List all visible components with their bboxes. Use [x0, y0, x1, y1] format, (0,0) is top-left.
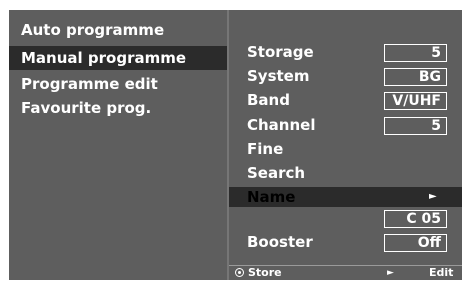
- store-hint[interactable]: Store: [248, 266, 282, 280]
- booster-label: Booster: [247, 233, 313, 251]
- band-label: Band: [247, 91, 290, 109]
- booster-value[interactable]: Off: [384, 234, 447, 252]
- tv-osd-menu: Auto programme Manual programme Programm…: [9, 10, 462, 280]
- name-arrow-icon: ►: [429, 191, 437, 202]
- storage-value[interactable]: 5: [384, 44, 447, 62]
- panel-divider: [227, 10, 229, 280]
- system-value[interactable]: BG: [384, 68, 447, 86]
- search-label[interactable]: Search: [247, 163, 305, 183]
- right-arrow-icon: ►: [387, 268, 394, 278]
- storage-label: Storage: [247, 43, 314, 61]
- fine-label[interactable]: Fine: [247, 139, 283, 159]
- name-value[interactable]: C 05: [384, 210, 447, 228]
- menu-item-manual-programme[interactable]: Manual programme: [9, 46, 227, 70]
- menu-item-favourite-prog[interactable]: Favourite prog.: [9, 96, 227, 120]
- menu-item-auto-programme[interactable]: Auto programme: [9, 18, 227, 42]
- band-value[interactable]: V/UHF: [384, 92, 447, 110]
- record-circle-icon: [235, 268, 244, 277]
- channel-label: Channel: [247, 116, 316, 134]
- edit-hint[interactable]: Edit: [429, 266, 453, 280]
- channel-value[interactable]: 5: [384, 117, 447, 135]
- menu-item-programme-edit[interactable]: Programme edit: [9, 72, 227, 96]
- name-label[interactable]: Name: [247, 187, 295, 207]
- footer-bar: Store ► Edit: [229, 265, 462, 280]
- system-label: System: [247, 67, 310, 85]
